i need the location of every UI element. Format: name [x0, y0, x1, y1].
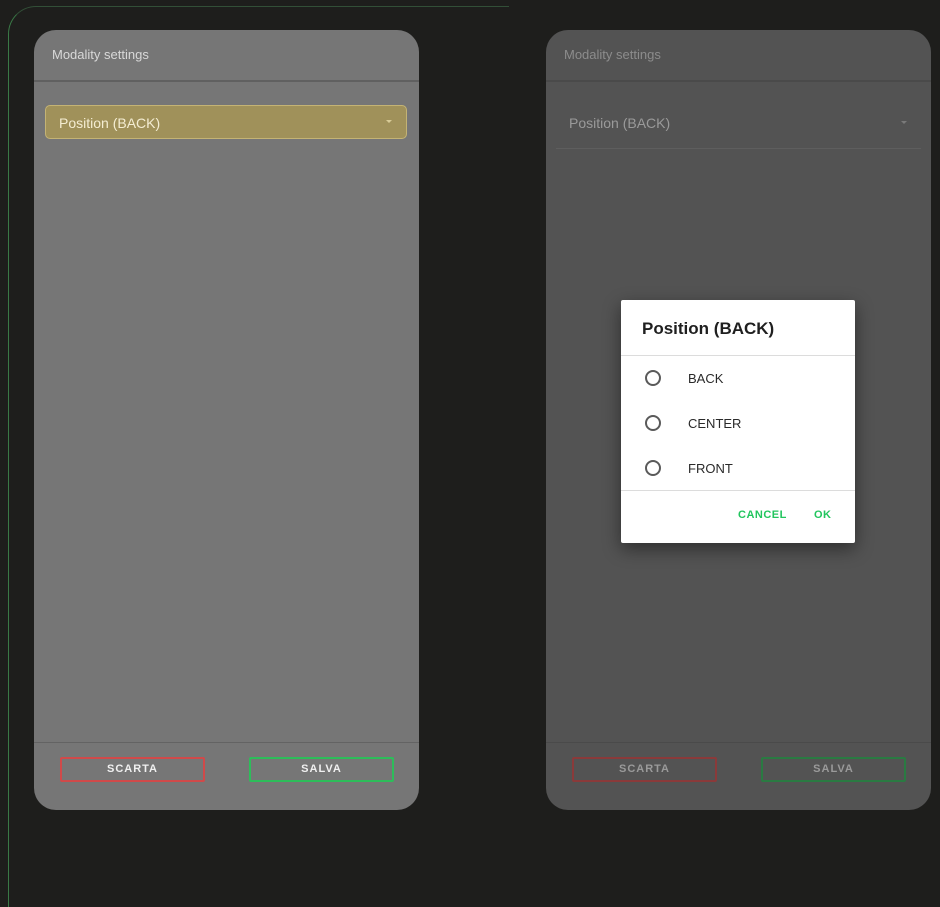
- ok-button[interactable]: OK: [814, 509, 832, 521]
- option-label: CENTER: [688, 416, 742, 431]
- screen-title: Modality settings: [546, 30, 931, 82]
- phone-screen-settings: Modality settings Position (BACK) SCARTA…: [34, 30, 419, 810]
- radio-unchecked-icon[interactable]: [645, 460, 661, 476]
- dropdown-arrow-icon: [901, 121, 907, 124]
- dropdown-arrow-icon: [386, 120, 392, 123]
- position-dropdown-value: Position (BACK): [569, 115, 671, 131]
- position-dropdown[interactable]: Position (BACK): [45, 105, 407, 139]
- screen-title: Modality settings: [34, 30, 419, 82]
- position-dropdown-value: Position (BACK): [59, 115, 161, 131]
- radio-unchecked-icon[interactable]: [645, 370, 661, 386]
- option-back[interactable]: BACK: [621, 358, 855, 398]
- option-front[interactable]: FRONT: [621, 448, 855, 488]
- position-select-dialog: Position (BACK) BACK CENTER FRONT CANCEL…: [621, 300, 855, 543]
- discard-button[interactable]: SCARTA: [60, 757, 205, 782]
- discard-button[interactable]: SCARTA: [572, 757, 717, 782]
- dialog-title: Position (BACK): [642, 319, 775, 338]
- save-button[interactable]: SALVA: [761, 757, 906, 782]
- option-label: BACK: [688, 371, 724, 386]
- position-dropdown[interactable]: Position (BACK): [556, 105, 921, 149]
- dialog-divider: [621, 355, 855, 356]
- dialog-divider: [621, 490, 855, 491]
- action-footer: SCARTA SALVA: [546, 742, 931, 810]
- action-footer: SCARTA SALVA: [34, 742, 419, 810]
- save-button[interactable]: SALVA: [249, 757, 394, 782]
- option-center[interactable]: CENTER: [621, 403, 855, 443]
- radio-unchecked-icon[interactable]: [645, 415, 661, 431]
- cancel-button[interactable]: CANCEL: [738, 509, 787, 521]
- option-label: FRONT: [688, 461, 733, 476]
